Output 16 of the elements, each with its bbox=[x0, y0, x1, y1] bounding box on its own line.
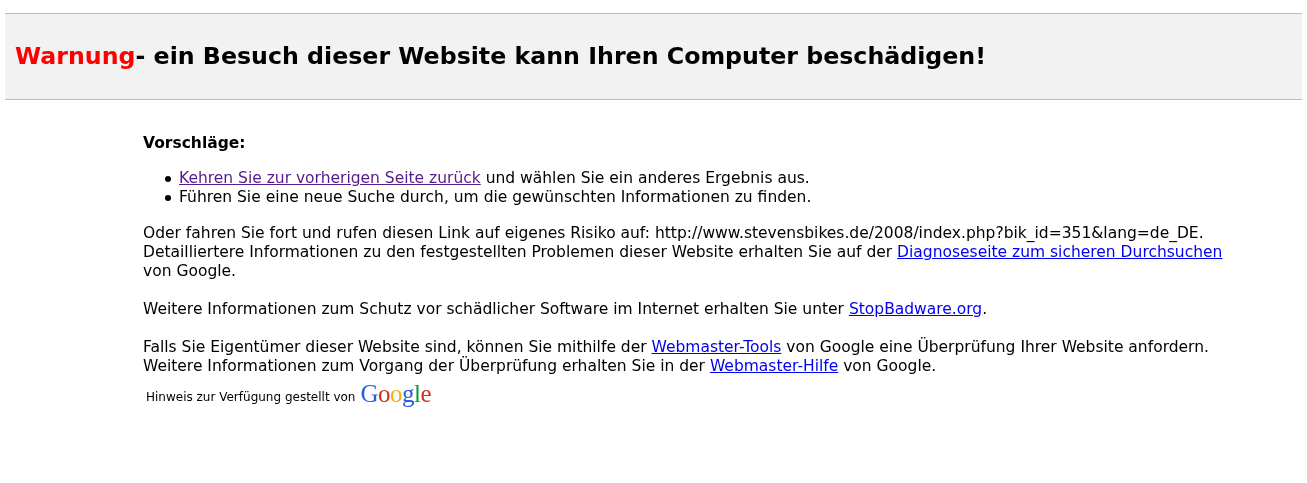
attribution-text: Hinweis zur Verfügung gestellt von bbox=[146, 389, 356, 405]
suggestions-heading: Vorschläge: bbox=[143, 134, 247, 153]
text-link[interactable]: Webmaster-Tools bbox=[651, 338, 782, 356]
text-link[interactable]: Webmaster-Hilfe bbox=[709, 357, 839, 375]
bullet-icon bbox=[165, 175, 171, 182]
text-link[interactable]: Kehren Sie zur vorherigen Seite zurück bbox=[179, 169, 481, 187]
warning-title: Warnung- ein Besuch dieser Website kann Ihren Computer beschädigen! bbox=[15, 40, 986, 72]
text-link[interactable]: Diagnoseseite zum sicheren Durchsuchen bbox=[897, 243, 1223, 261]
bullet-icon bbox=[165, 194, 171, 201]
paragraph-text: Oder fahren Sie fort und rufen diesen Link auf eigenes Risiko auf: http://www.stevensbikes.de/2008/index.php?bik_id=351&lang=de_DE. Detailliertere Informationen zu den festgestellten Problemen dieser Website erhalten Sie auf der Diagnoseseite zum sicheren Durchsuchen von Google. bbox=[143, 224, 1224, 281]
text-link[interactable]: StopBadware.org bbox=[848, 300, 983, 318]
paragraph-text: Weitere Informationen zum Schutz vor schädlicher Software im Internet erhalten Sie unter StopBadware.org. bbox=[143, 300, 989, 319]
suggestion-text: Kehren Sie zur vorherigen Seite zurück und wählen Sie ein anderes Ergebnis aus. bbox=[179, 169, 810, 188]
paragraph-text: Falls Sie Eigentümer dieser Website sind, können Sie mithilfe der Webmaster-Tools von Google eine Überprüfung Ihrer Website anfordern. Weitere Informationen zum Vorgang der Überprüfung erhalten Sie in der Webmaster-Hilfe von Google. bbox=[143, 338, 1210, 376]
suggestion-text: Führen Sie eine neue Suche durch, um die gewünschten Informationen zu finden. bbox=[179, 188, 812, 207]
google-logo: Google bbox=[360, 380, 432, 408]
